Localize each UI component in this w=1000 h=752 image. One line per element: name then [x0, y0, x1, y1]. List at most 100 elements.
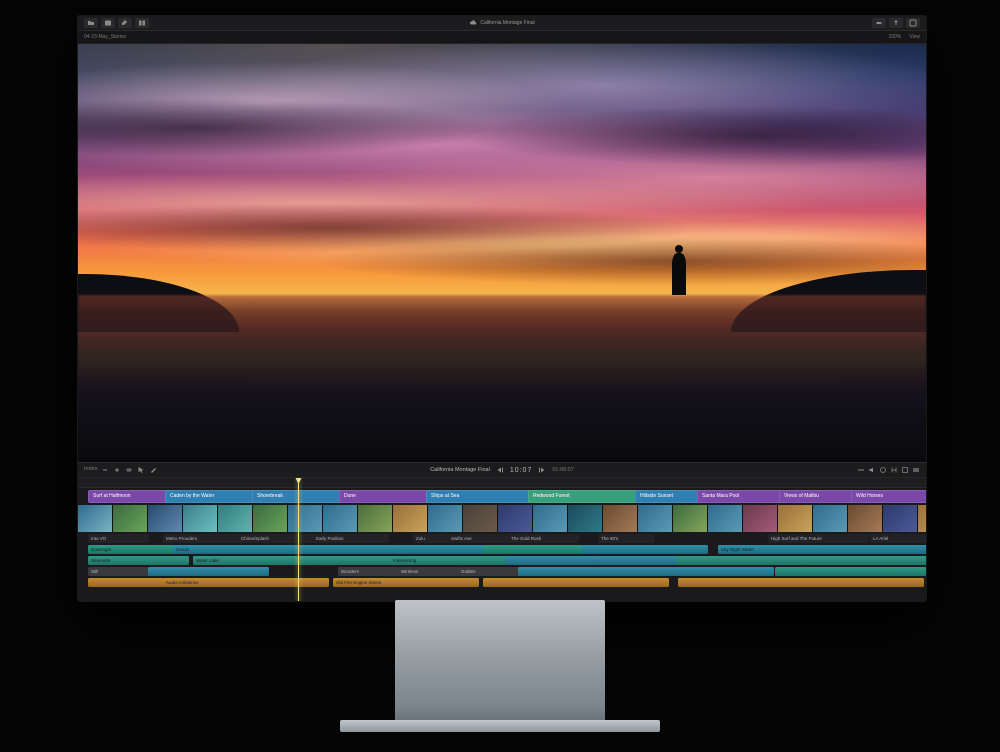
audio-clip[interactable] [88, 578, 164, 587]
clip-label[interactable]: Swifts Ave [448, 534, 509, 543]
audio-clip[interactable]: Ocean [173, 545, 299, 554]
clip-thumbnail[interactable] [498, 505, 533, 532]
clip-thumbnail[interactable] [848, 505, 883, 532]
timeline-ruler[interactable] [78, 478, 926, 488]
play-prev-icon[interactable] [496, 466, 504, 474]
zoom-out-icon[interactable] [101, 466, 109, 474]
chapter-marker[interactable]: Santa Mara Pool [697, 490, 787, 503]
clip-label[interactable]: Into VO [88, 534, 149, 543]
audio-clip[interactable]: Golden [458, 567, 519, 576]
clip-thumbnail[interactable] [568, 505, 603, 532]
audio-clip[interactable] [678, 578, 924, 587]
audio-clip[interactable]: Audio Ambience [163, 578, 329, 587]
view-menu[interactable]: View [909, 34, 920, 40]
media-button[interactable] [101, 18, 115, 28]
clip-thumbnail[interactable] [533, 505, 568, 532]
index-button[interactable]: Index [84, 466, 97, 474]
clip-thumbnail[interactable] [673, 505, 708, 532]
clip-thumbnail[interactable] [428, 505, 463, 532]
chapter-marker[interactable]: Dune [339, 490, 434, 503]
clip-thumbnail[interactable] [708, 505, 743, 532]
chapter-marker[interactable]: Caden by the Water [165, 490, 260, 503]
timecode-display[interactable]: 10:07 [510, 467, 533, 474]
clip-thumbnail[interactable] [78, 505, 113, 532]
audio-clip[interactable]: Water Lake [193, 556, 314, 565]
clip-thumbnail[interactable] [918, 505, 926, 532]
audio-clip[interactable]: City Night Street [718, 545, 824, 554]
clip-thumbnail[interactable] [638, 505, 673, 532]
clip-thumbnail[interactable] [253, 505, 288, 532]
share-button[interactable] [889, 18, 903, 28]
clip-thumbnail[interactable] [148, 505, 183, 532]
clip-label[interactable]: The Gold Rush [508, 534, 579, 543]
audio-clip[interactable] [393, 545, 483, 554]
clip-thumbnail[interactable] [288, 505, 323, 532]
viewer-canvas[interactable] [78, 44, 926, 462]
clip-label[interactable]: Early Position [313, 534, 389, 543]
audio-clip[interactable]: Still [88, 567, 149, 576]
clip-label[interactable]: The 90's [598, 534, 654, 543]
library-button[interactable] [84, 18, 98, 28]
chapter-marker[interactable]: Wild Horses [851, 490, 926, 503]
clip-label[interactable]: Zulu [413, 534, 449, 543]
effects-icon[interactable] [901, 466, 909, 474]
clip-button[interactable] [135, 18, 149, 28]
snapping-icon[interactable] [890, 466, 898, 474]
blade-tool-icon[interactable] [149, 466, 157, 474]
clip-thumbnail[interactable] [183, 505, 218, 532]
clip-thumbnail[interactable] [813, 505, 848, 532]
clip-label[interactable]: Metro Prouders [163, 534, 239, 543]
audio-clip[interactable]: Downright [88, 545, 174, 554]
tool-button[interactable] [118, 18, 132, 28]
thumbnail-row[interactable] [78, 505, 926, 532]
chapter-marker[interactable]: Shorebreak [252, 490, 347, 503]
clip-thumbnail[interactable] [323, 505, 358, 532]
trim-tool-icon[interactable] [125, 466, 133, 474]
audio-clip[interactable] [801, 556, 926, 565]
zoom-in-icon[interactable] [113, 466, 121, 474]
timeline[interactable]: Surf at HalfmoonCaden by the WaterShoreb… [78, 478, 926, 602]
clip-thumbnail[interactable] [218, 505, 253, 532]
playhead[interactable] [298, 478, 299, 602]
audio-clip[interactable] [505, 556, 596, 565]
chapter-marker[interactable]: Surf at Halfmoon [88, 490, 173, 503]
audio-clip[interactable] [595, 556, 677, 565]
clip-label[interactable]: LA Ariel [870, 534, 926, 543]
audio-clip[interactable]: Wireless [398, 567, 459, 576]
audio-clip[interactable] [313, 556, 392, 565]
audio-clip[interactable] [518, 567, 774, 576]
chapter-marker[interactable]: Hillside Sunset [635, 490, 705, 503]
clip-label[interactable]: High Surf and The Future [768, 534, 869, 543]
clip-label[interactable]: Chime/Splash [238, 534, 314, 543]
audio-clip[interactable] [148, 567, 269, 576]
audio-clip[interactable]: Wonders [338, 567, 399, 576]
chapter-marker[interactable]: Ships at Sea [426, 490, 536, 503]
chapter-marker[interactable]: Redwood Forest [528, 490, 643, 503]
inspector-button[interactable] [906, 18, 920, 28]
transitions-icon[interactable] [912, 466, 920, 474]
clip-thumbnail[interactable] [603, 505, 638, 532]
clip-thumbnail[interactable] [358, 505, 393, 532]
clip-thumbnail[interactable] [743, 505, 778, 532]
zoom-value[interactable]: 100% [888, 34, 901, 40]
audio-clip[interactable]: Intersecting [390, 556, 506, 565]
solo-icon[interactable] [879, 466, 887, 474]
audio-clip[interactable] [823, 545, 926, 554]
audio-clip[interactable] [482, 545, 583, 554]
play-next-icon[interactable] [538, 466, 546, 474]
audio-clip[interactable] [775, 567, 926, 576]
clip-thumbnail[interactable] [463, 505, 498, 532]
clip-thumbnail[interactable] [778, 505, 813, 532]
clip-thumbnail[interactable] [113, 505, 148, 532]
audio-clip[interactable]: Serenade [88, 556, 189, 565]
clip-thumbnail[interactable] [883, 505, 918, 532]
audio-clip[interactable]: Old Fire Engine Sirens [333, 578, 479, 587]
select-tool-icon[interactable] [137, 466, 145, 474]
breadcrumb[interactable]: 04-23-May_Stories [84, 34, 126, 40]
clip-thumbnail[interactable] [393, 505, 428, 532]
audio-clip[interactable] [582, 545, 708, 554]
audio-clip[interactable] [298, 545, 394, 554]
chapter-marker[interactable]: Views of Malibu [779, 490, 859, 503]
audio-clip[interactable] [483, 578, 669, 587]
audio-skim-icon[interactable] [868, 466, 876, 474]
